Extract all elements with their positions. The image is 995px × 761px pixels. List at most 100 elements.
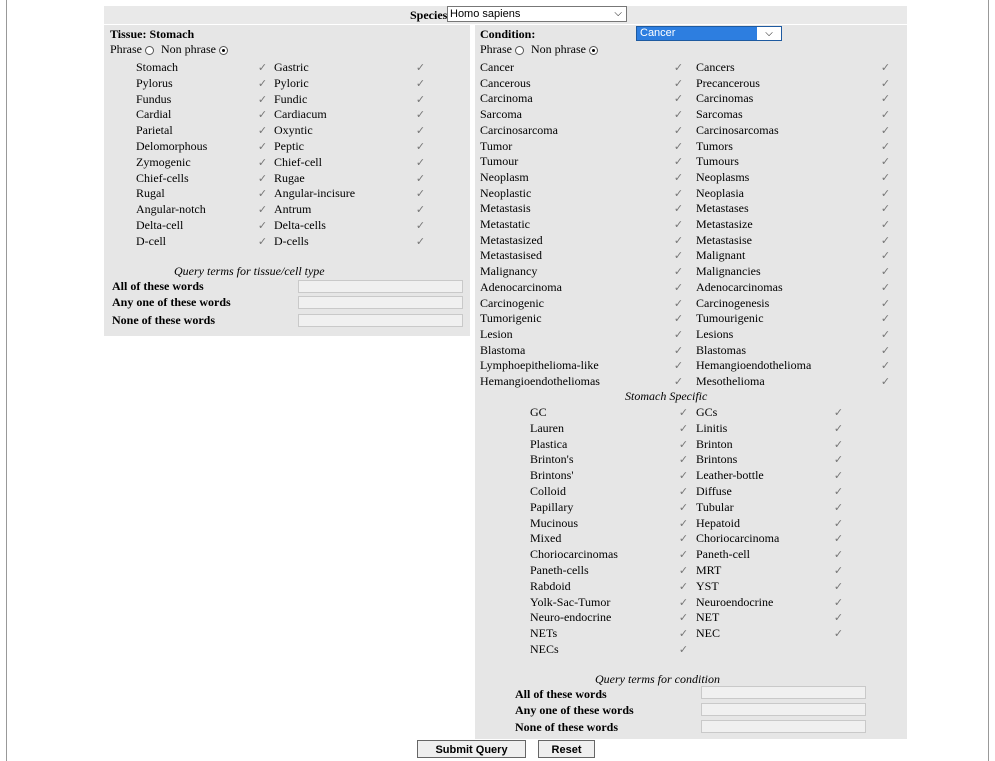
tissue-any-input[interactable] [298, 296, 463, 309]
term-checkbox[interactable]: ✓ [673, 266, 684, 277]
term-checkbox[interactable]: ✓ [678, 470, 689, 481]
term-checkbox[interactable]: ✓ [678, 423, 689, 434]
term-checkbox[interactable]: ✓ [880, 141, 891, 152]
term-checkbox[interactable]: ✓ [678, 502, 689, 513]
term-checkbox[interactable]: ✓ [833, 407, 844, 418]
condition-all-input[interactable] [701, 686, 866, 699]
term-checkbox[interactable]: ✓ [833, 628, 844, 639]
term-checkbox[interactable]: ✓ [678, 565, 689, 576]
term-checkbox[interactable]: ✓ [880, 156, 891, 167]
term-checkbox[interactable]: ✓ [257, 141, 268, 152]
term-checkbox[interactable]: ✓ [880, 62, 891, 73]
term-checkbox[interactable]: ✓ [415, 109, 426, 120]
term-checkbox[interactable]: ✓ [673, 141, 684, 152]
term-checkbox[interactable]: ✓ [673, 125, 684, 136]
term-checkbox[interactable]: ✓ [673, 188, 684, 199]
term-checkbox[interactable]: ✓ [673, 203, 684, 214]
term-checkbox[interactable]: ✓ [415, 94, 426, 105]
term-checkbox[interactable]: ✓ [833, 423, 844, 434]
term-checkbox[interactable]: ✓ [678, 597, 689, 608]
term-checkbox[interactable]: ✓ [415, 125, 426, 136]
term-checkbox[interactable]: ✓ [880, 125, 891, 136]
term-checkbox[interactable]: ✓ [673, 360, 684, 371]
term-checkbox[interactable]: ✓ [673, 313, 684, 324]
term-checkbox[interactable]: ✓ [880, 93, 891, 104]
term-checkbox[interactable]: ✓ [678, 486, 689, 497]
term-checkbox[interactable]: ✓ [257, 204, 268, 215]
tissue-non-phrase-radio[interactable] [218, 45, 228, 55]
term-checkbox[interactable]: ✓ [673, 235, 684, 246]
term-checkbox[interactable]: ✓ [678, 612, 689, 623]
term-checkbox[interactable]: ✓ [880, 188, 891, 199]
term-checkbox[interactable]: ✓ [673, 298, 684, 309]
term-checkbox[interactable]: ✓ [678, 533, 689, 544]
term-checkbox[interactable]: ✓ [415, 141, 426, 152]
term-checkbox[interactable]: ✓ [833, 470, 844, 481]
condition-none-input[interactable] [701, 720, 866, 733]
term-checkbox[interactable]: ✓ [833, 597, 844, 608]
term-checkbox[interactable]: ✓ [833, 486, 844, 497]
term-checkbox[interactable]: ✓ [257, 236, 268, 247]
term-checkbox[interactable]: ✓ [257, 220, 268, 231]
term-checkbox[interactable]: ✓ [678, 454, 689, 465]
term-checkbox[interactable]: ✓ [833, 565, 844, 576]
term-checkbox[interactable]: ✓ [678, 628, 689, 639]
term-checkbox[interactable]: ✓ [257, 78, 268, 89]
term-checkbox[interactable]: ✓ [415, 220, 426, 231]
term-checkbox[interactable]: ✓ [415, 188, 426, 199]
term-checkbox[interactable]: ✓ [257, 109, 268, 120]
tissue-phrase-radio[interactable] [145, 45, 154, 55]
term-checkbox[interactable]: ✓ [678, 549, 689, 560]
term-checkbox[interactable]: ✓ [257, 173, 268, 184]
term-checkbox[interactable]: ✓ [678, 581, 689, 592]
term-checkbox[interactable]: ✓ [880, 360, 891, 371]
term-checkbox[interactable]: ✓ [833, 533, 844, 544]
term-checkbox[interactable]: ✓ [833, 581, 844, 592]
term-checkbox[interactable]: ✓ [833, 549, 844, 560]
condition-non-phrase-radio[interactable] [588, 45, 598, 55]
term-checkbox[interactable]: ✓ [880, 235, 891, 246]
term-checkbox[interactable]: ✓ [673, 329, 684, 340]
term-checkbox[interactable]: ✓ [880, 313, 891, 324]
term-checkbox[interactable]: ✓ [678, 439, 689, 450]
term-checkbox[interactable]: ✓ [673, 219, 684, 230]
species-select[interactable]: Homo sapiens ⌵ [447, 6, 627, 22]
condition-select[interactable]: Cancer ⌵ [636, 26, 782, 41]
term-checkbox[interactable]: ✓ [880, 203, 891, 214]
reset-button[interactable]: Reset [538, 740, 595, 758]
term-checkbox[interactable]: ✓ [673, 78, 684, 89]
term-checkbox[interactable]: ✓ [257, 62, 268, 73]
term-checkbox[interactable]: ✓ [673, 250, 684, 261]
term-checkbox[interactable]: ✓ [880, 345, 891, 356]
condition-any-input[interactable] [701, 703, 866, 716]
submit-query-button[interactable]: Submit Query [417, 740, 526, 758]
term-checkbox[interactable]: ✓ [257, 125, 268, 136]
term-checkbox[interactable]: ✓ [678, 644, 689, 655]
term-checkbox[interactable]: ✓ [673, 93, 684, 104]
term-checkbox[interactable]: ✓ [415, 173, 426, 184]
term-checkbox[interactable]: ✓ [673, 156, 684, 167]
term-checkbox[interactable]: ✓ [257, 188, 268, 199]
term-checkbox[interactable]: ✓ [673, 345, 684, 356]
term-checkbox[interactable]: ✓ [673, 109, 684, 120]
tissue-none-input[interactable] [298, 314, 463, 327]
term-checkbox[interactable]: ✓ [257, 94, 268, 105]
term-checkbox[interactable]: ✓ [415, 236, 426, 247]
term-checkbox[interactable]: ✓ [880, 298, 891, 309]
term-checkbox[interactable]: ✓ [415, 157, 426, 168]
term-checkbox[interactable]: ✓ [880, 266, 891, 277]
term-checkbox[interactable]: ✓ [833, 439, 844, 450]
term-checkbox[interactable]: ✓ [880, 172, 891, 183]
condition-phrase-radio[interactable] [515, 45, 524, 55]
term-checkbox[interactable]: ✓ [673, 62, 684, 73]
term-checkbox[interactable]: ✓ [415, 62, 426, 73]
term-checkbox[interactable]: ✓ [673, 172, 684, 183]
term-checkbox[interactable]: ✓ [880, 329, 891, 340]
term-checkbox[interactable]: ✓ [833, 502, 844, 513]
term-checkbox[interactable]: ✓ [880, 282, 891, 293]
term-checkbox[interactable]: ✓ [673, 376, 684, 387]
term-checkbox[interactable]: ✓ [833, 454, 844, 465]
term-checkbox[interactable]: ✓ [257, 157, 268, 168]
term-checkbox[interactable]: ✓ [833, 518, 844, 529]
term-checkbox[interactable]: ✓ [880, 109, 891, 120]
